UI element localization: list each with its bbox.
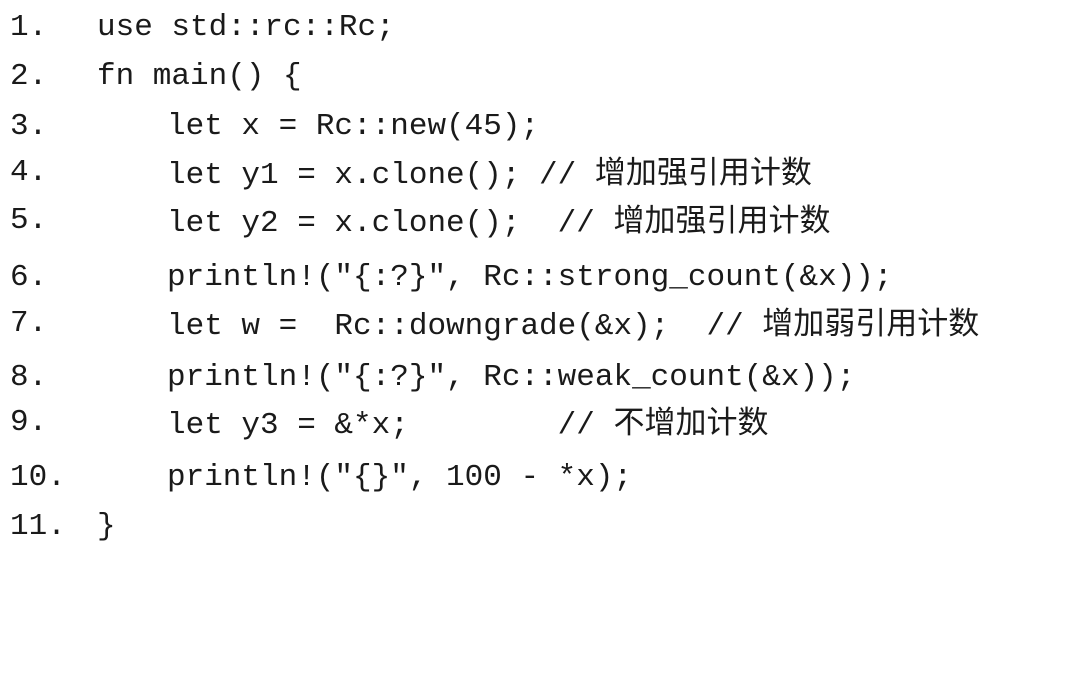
code-listing: 1. use std::rc::Rc; 2. fn main() { 3. le… [0,0,1086,552]
code-comment: 增加强引用计数 [613,203,831,239]
code-line-9: 9. let y3 = &*x; // 不增加计数 [0,401,768,445]
code-text: fn main() { [97,55,302,99]
code-line-11: 11. } [0,505,116,549]
code-comment: 不增加计数 [613,405,769,441]
line-number: 2. [10,59,48,94]
line-number: 8. [10,360,48,395]
code-statement: let y2 = x.clone(); // [167,206,614,241]
code-line-3: 3. let x = Rc::new(45); [0,105,539,149]
code-statement: println!("{}", 100 - *x); [167,460,633,495]
code-statement: let w = Rc::downgrade(&x); // [167,309,763,344]
code-statement: let x = Rc::new(45); [167,109,540,144]
code-line-1: 1. use std::rc::Rc; [0,6,395,50]
code-comment: 增加强引用计数 [594,155,812,191]
code-line-2: 2. fn main() { [0,55,302,99]
code-text: let y3 = &*x; // 不增加计数 [167,401,768,448]
code-text: let w = Rc::downgrade(&x); // 增加弱引用计数 [167,302,979,349]
line-number: 6. [10,260,48,295]
code-text: use std::rc::Rc; [97,6,395,50]
code-statement: println!("{:?}", Rc::strong_count(&x)); [167,260,893,295]
line-number: 4. [10,155,48,190]
code-text: let x = Rc::new(45); [167,105,539,149]
line-number: 11. [10,509,66,544]
code-text: println!("{:?}", Rc::weak_count(&x)); [167,356,855,400]
code-line-6: 6. println!("{:?}", Rc::strong_count(&x)… [0,256,893,300]
code-text: } [97,505,116,549]
code-statement: println!("{:?}", Rc::weak_count(&x)); [167,360,856,395]
line-number: 10. [10,460,66,495]
line-number: 5. [10,203,48,238]
line-number: 9. [10,405,48,440]
code-text: let y2 = x.clone(); // 增加强引用计数 [167,199,830,246]
code-text: println!("{:?}", Rc::strong_count(&x)); [167,256,893,300]
code-line-4: 4. let y1 = x.clone(); // 增加强引用计数 [0,151,812,195]
code-comment: 增加弱引用计数 [762,306,980,342]
code-statement: let y3 = &*x; // [167,408,614,443]
code-text: println!("{}", 100 - *x); [167,456,632,500]
code-line-5: 5. let y2 = x.clone(); // 增加强引用计数 [0,199,830,243]
code-line-7: 7. let w = Rc::downgrade(&x); // 增加弱引用计数 [0,302,979,346]
line-number: 7. [10,306,48,341]
code-line-10: 10. println!("{}", 100 - *x); [0,456,632,500]
code-statement: use std::rc::Rc; [97,10,395,45]
code-text: let y1 = x.clone(); // 增加强引用计数 [167,151,812,198]
code-statement: let y1 = x.clone(); // [167,158,595,193]
code-statement: fn main() { [97,59,302,94]
code-statement: } [97,509,116,544]
line-number: 3. [10,109,48,144]
line-number: 1. [10,10,48,45]
code-line-8: 8. println!("{:?}", Rc::weak_count(&x)); [0,356,855,400]
